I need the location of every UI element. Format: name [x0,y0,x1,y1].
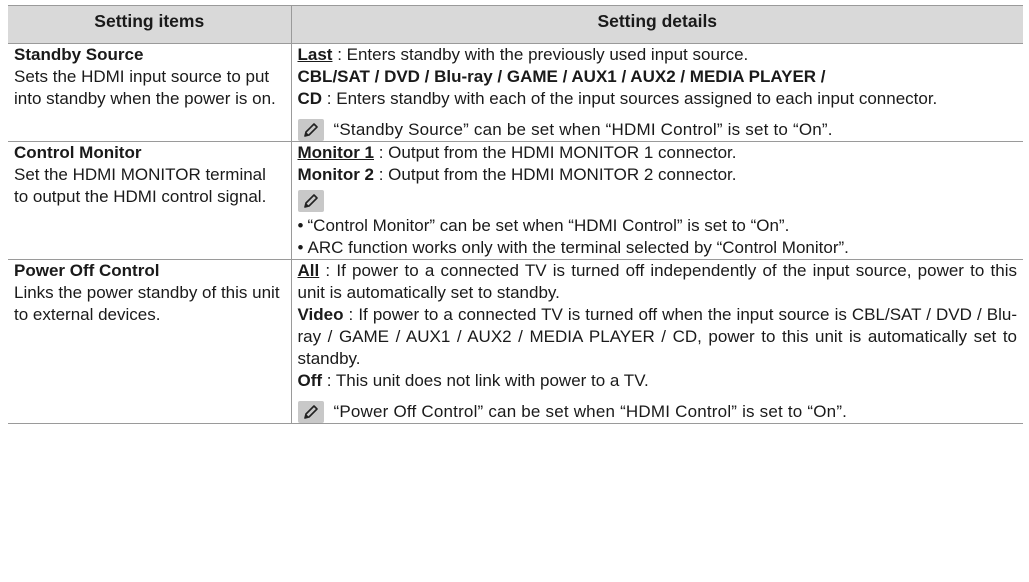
option-line: Last : Enters standby with the previousl… [298,44,1018,66]
list-item: • “Control Monitor” can be set when “HDMI… [298,215,1018,237]
option-text: : If power to a connected TV is turned o… [297,305,1018,368]
setting-item-cell: Control Monitor Set the HDMI MONITOR ter… [8,141,292,260]
setting-details-cell: All : If power to a connected TV is turn… [291,259,1023,424]
settings-page: Setting items Setting details Standby So… [0,0,1029,582]
bullet-text: ARC function works only with the termina… [307,238,849,257]
list-item: • ARC function works only with the termin… [298,237,1018,259]
table-row-control-monitor: Control Monitor Set the HDMI MONITOR ter… [8,141,1023,260]
setting-details-cell: Last : Enters standby with the previousl… [291,43,1023,142]
setting-description: Sets the HDMI input source to put into s… [14,67,276,108]
note-text: “Power Off Control” can be set when “HDM… [333,402,848,421]
option-line: Off : This unit does not link with power… [298,370,1018,392]
table-row-standby-source: Standby Source Sets the HDMI input sourc… [8,43,1023,142]
option-line: Monitor 2 : Output from the HDMI MONITOR… [298,164,1018,186]
option-label-default: All [297,261,320,280]
option-line: All : If power to a connected TV is turn… [298,260,1018,304]
option-label-default: Last [297,45,333,64]
setting-title: Power Off Control [14,261,160,280]
option-line: Video : If power to a connected TV is tu… [298,304,1018,370]
option-label: Off [297,371,323,390]
note: “Power Off Control” can be set when “HDM… [297,401,1018,423]
header-setting-details: Setting details [291,5,1023,44]
option-label: CD [297,89,323,108]
option-line: Monitor 1 : Output from the HDMI MONITOR… [298,142,1018,164]
option-text: : Output from the HDMI MONITOR 2 connect… [374,165,737,184]
option-text: : Enters standby with the previously use… [332,45,749,64]
option-text: : Enters standby with each of the input … [322,89,938,108]
setting-description: Links the power standby of this unit to … [14,283,280,324]
table-header-row: Setting items Setting details [8,5,1023,44]
note-bullet-list: • “Control Monitor” can be set when “HDMI… [298,215,1018,259]
setting-description: Set the HDMI MONITOR terminal to output … [14,165,267,206]
pencil-icon [297,119,324,141]
option-label: Video [297,305,344,324]
note: “Standby Source” can be set when “HDMI C… [297,119,1018,141]
note-text: “Standby Source” can be set when “HDMI C… [333,120,833,139]
option-text: : This unit does not link with power to … [322,371,649,390]
source-list-line: CBL/SAT / DVD / Blu-ray / GAME / AUX1 / … [297,67,826,86]
option-text: : Output from the HDMI MONITOR 1 connect… [374,143,737,162]
bullet-text: “Control Monitor” can be set when “HDMI … [307,216,790,235]
setting-item-cell: Standby Source Sets the HDMI input sourc… [8,43,292,142]
setting-title: Control Monitor [14,143,142,162]
setting-item-cell: Power Off Control Links the power standb… [8,259,292,424]
option-label: Monitor 2 [297,165,375,184]
note [297,190,1018,212]
header-setting-items: Setting items [8,5,292,44]
setting-title: Standby Source [14,45,144,64]
pencil-icon [297,401,324,423]
option-text: : If power to a connected TV is turned o… [297,261,1018,302]
option-line: CD : Enters standby with each of the inp… [298,88,1018,110]
option-label-default: Monitor 1 [297,143,375,162]
settings-table: Setting items Setting details Standby So… [8,5,1023,424]
pencil-icon [297,190,324,212]
setting-details-cell: Monitor 1 : Output from the HDMI MONITOR… [291,141,1023,260]
table-row-power-off-control: Power Off Control Links the power standb… [8,259,1023,424]
